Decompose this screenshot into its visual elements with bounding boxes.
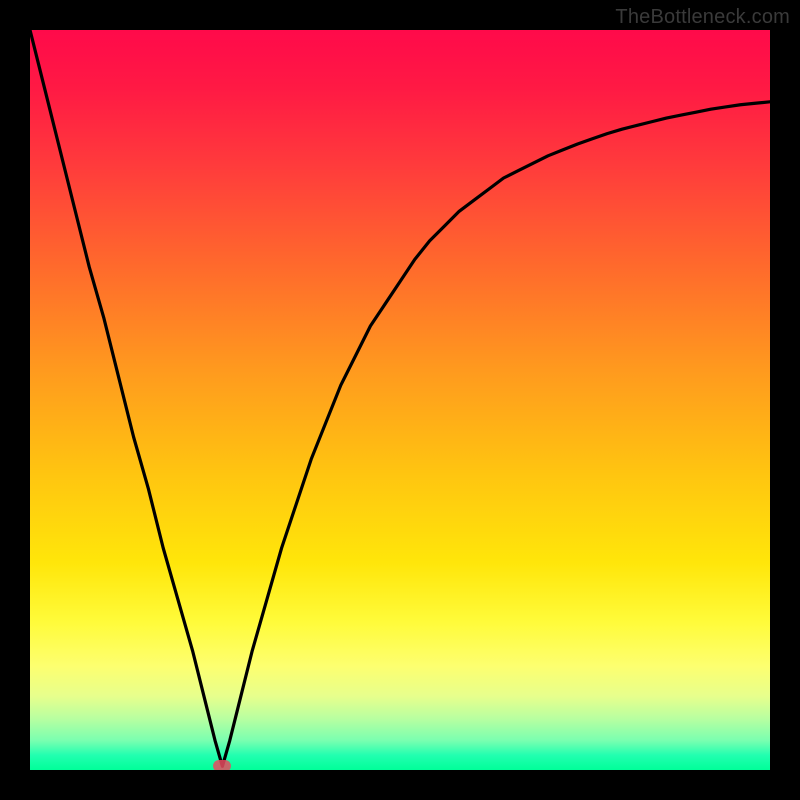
minimum-marker [213,760,231,770]
bottleneck-curve [30,30,770,766]
curve-layer [30,30,770,770]
chart-frame: TheBottleneck.com [0,0,800,800]
watermark-label: TheBottleneck.com [615,6,790,29]
plot-area [30,30,770,770]
